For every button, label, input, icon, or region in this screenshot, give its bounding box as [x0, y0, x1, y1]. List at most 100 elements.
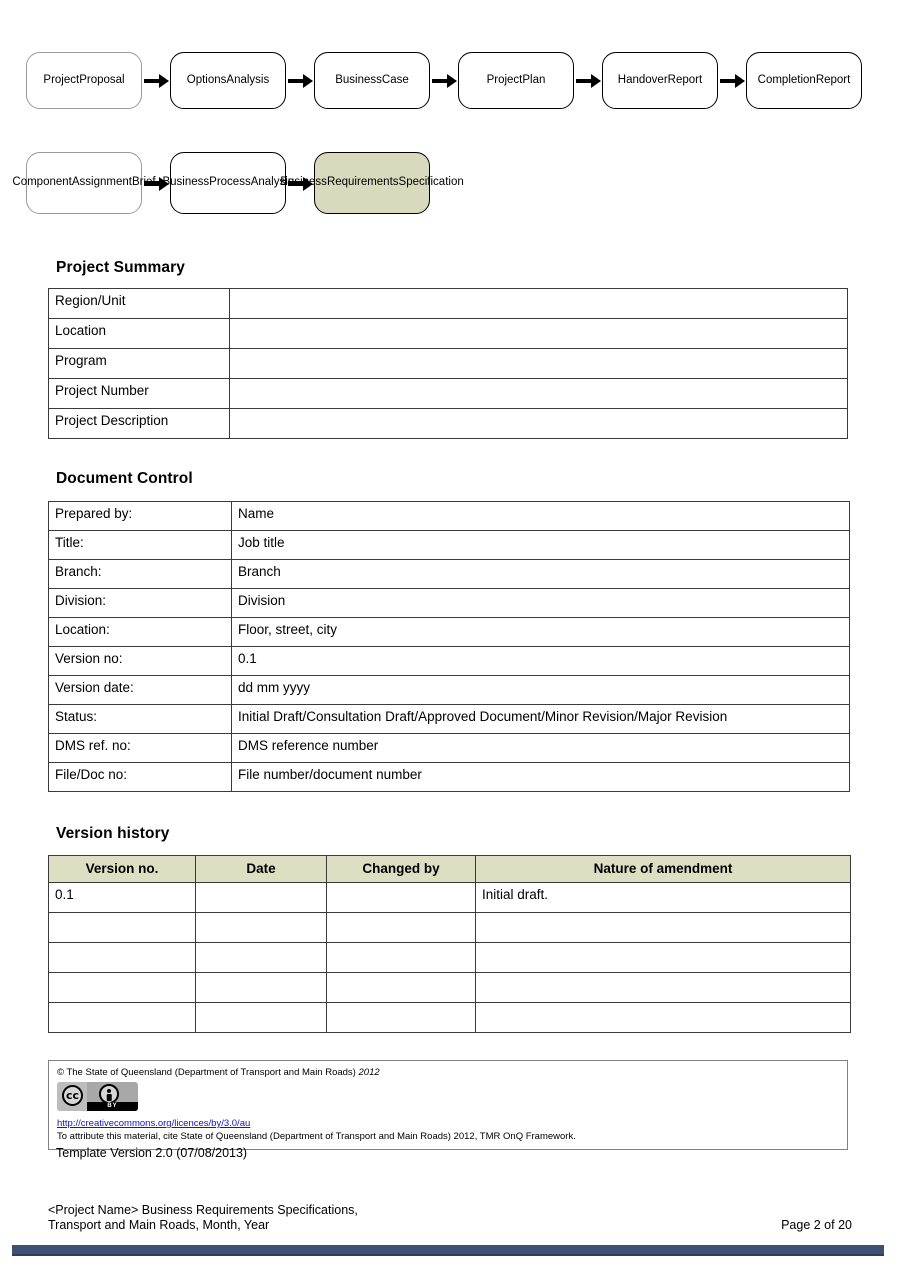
flow-step-box[interactable]: Handover Report [602, 52, 718, 109]
table-cell[interactable] [326, 1002, 476, 1033]
table-row: DMS ref. no: DMS reference number [48, 733, 850, 763]
table-row: Project Number [48, 378, 848, 409]
flow-step-label-line: Requirements [326, 176, 399, 189]
row-value-cell[interactable]: Floor, street, city [231, 617, 850, 647]
flow-diagram-row-primary: Project Proposal Options Analysis Business Ca… [26, 52, 862, 109]
row-value-cell[interactable]: Name [231, 501, 850, 531]
row-value-cell[interactable]: Branch [231, 559, 850, 589]
row-value-cell[interactable] [229, 318, 848, 349]
table-cell[interactable] [195, 972, 327, 1003]
project-summary-heading: Project Summary [56, 259, 185, 276]
row-label-cell: Division: [48, 588, 232, 618]
flow-step-box[interactable]: Completion Report [746, 52, 862, 109]
person-body-shape [106, 1093, 112, 1101]
right-arrow-icon [430, 71, 458, 91]
page-footer: <Project Name> Business Requirements Spe… [48, 1203, 852, 1233]
row-value-cell[interactable]: Division [231, 588, 850, 618]
flow-step-label-line: Completion [757, 73, 816, 86]
flow-step-box[interactable]: Business Process Analysis [162, 152, 294, 214]
flow-step-box[interactable]: ComponentAssignmentBrief [12, 152, 156, 214]
document-control-table: Prepared by: Name Title: Job title Branch: Br… [48, 501, 850, 792]
attribution-statement: To attribute this material, cite State o… [57, 1131, 576, 1142]
table-cell[interactable] [195, 882, 327, 913]
table-cell[interactable] [326, 912, 476, 943]
row-value-cell[interactable] [229, 408, 848, 439]
table-cell[interactable] [326, 882, 476, 913]
flow-diagram-row-secondary: ComponentAssignmentBriefBusinessProcessA… [12, 152, 464, 214]
table-header-row: Version no. Date Changed by Nature of amend… [48, 855, 851, 883]
document-page: Project Proposal Options Analysis Business Ca… [0, 0, 900, 1273]
row-value-cell[interactable]: 0.1 [231, 646, 850, 676]
table-row: Region/Unit [48, 288, 848, 319]
row-label-cell: Title: [48, 530, 232, 560]
right-arrow-icon [142, 173, 170, 193]
row-label-cell: Status: [48, 704, 232, 734]
flow-step-label-line: Report [667, 73, 703, 86]
flow-step-label-line: Proposal [79, 73, 125, 86]
row-value-cell[interactable]: File number/document number [231, 762, 850, 792]
table-cell[interactable] [48, 1002, 196, 1033]
row-label-cell: Region/Unit [48, 288, 230, 319]
right-arrow-icon [142, 71, 170, 91]
row-label-cell: Version no: [48, 646, 232, 676]
flow-step-box[interactable]: BusinessRequirementsSpecification [280, 152, 464, 214]
cc-by-label: BY [87, 1102, 138, 1111]
flow-step-label-line: Project [43, 73, 80, 86]
project-summary-table: Region/Unit Location Program Project Number… [48, 288, 848, 439]
licence-url-link[interactable]: http://creativecommons.org/licences/by/3… [57, 1118, 250, 1130]
person-head-shape [107, 1088, 111, 1093]
row-value-cell[interactable]: Job title [231, 530, 850, 560]
table-row: Project Description [48, 408, 848, 439]
table-cell[interactable] [48, 972, 196, 1003]
table-cell[interactable] [475, 912, 851, 943]
flow-step-label-line: Plan [522, 73, 546, 86]
table-cell[interactable] [48, 912, 196, 943]
table-cell[interactable] [195, 1002, 327, 1033]
table-cell[interactable]: Initial draft. [475, 882, 851, 913]
table-cell[interactable] [48, 942, 196, 973]
arrow-head [303, 74, 313, 88]
table-cell[interactable] [475, 1002, 851, 1033]
table-cell[interactable] [326, 942, 476, 973]
flow-step-box[interactable]: Project Plan [458, 52, 574, 109]
row-value-cell[interactable]: Initial Draft/Consultation Draft/Approve… [231, 704, 850, 734]
right-arrow-icon [718, 71, 746, 91]
column-header: Changed by [326, 855, 476, 883]
table-row: Status: Initial Draft/Consultation Draft/… [48, 704, 850, 734]
table-cell[interactable] [475, 942, 851, 973]
row-value-cell[interactable] [229, 348, 848, 379]
row-label-cell: Location [48, 318, 230, 349]
row-value-cell[interactable] [229, 288, 848, 319]
version-history-table: Version no. Date Changed by Nature of amend… [48, 855, 851, 1033]
table-cell[interactable] [195, 942, 327, 973]
column-header: Nature of amendment [475, 855, 851, 883]
row-label-cell: Program [48, 348, 230, 379]
flow-step-label-line: Specification [398, 176, 464, 189]
table-cell[interactable]: 0.1 [48, 882, 196, 913]
arrow-head [447, 74, 457, 88]
project-summary-table-body: Region/Unit Location Program Project Number… [48, 288, 848, 439]
table-row: Branch: Branch [48, 559, 850, 589]
row-value-cell[interactable] [229, 378, 848, 409]
cc-attribution-person-icon [99, 1084, 119, 1104]
footer-document-title: <Project Name> Business Requirements Spe… [48, 1203, 358, 1233]
table-cell[interactable] [475, 972, 851, 1003]
row-label-cell: DMS ref. no: [48, 733, 232, 763]
table-row: File/Doc no: File number/document number [48, 762, 850, 792]
flow-step-box[interactable]: Business Case [314, 52, 430, 109]
table-cell[interactable] [326, 972, 476, 1003]
row-value-cell[interactable]: DMS reference number [231, 733, 850, 763]
flow-step-box[interactable]: Project Proposal [26, 52, 142, 109]
row-value-cell[interactable]: dd mm yyyy [231, 675, 850, 705]
flow-step-label-line: Options [186, 73, 227, 86]
column-header: Version no. [48, 855, 196, 883]
arrow-head [591, 74, 601, 88]
table-row: Program [48, 348, 848, 379]
template-version-text: Template Version 2.0 (07/08/2013) [56, 1146, 248, 1160]
table-row: Title: Job title [48, 530, 850, 560]
copyright-year: 2012 [358, 1067, 380, 1078]
table-row: 0.1 Initial draft. [48, 882, 851, 913]
flow-step-box[interactable]: Options Analysis [170, 52, 286, 109]
table-cell[interactable] [195, 912, 327, 943]
creative-commons-by-icon: cc BY [57, 1082, 138, 1111]
